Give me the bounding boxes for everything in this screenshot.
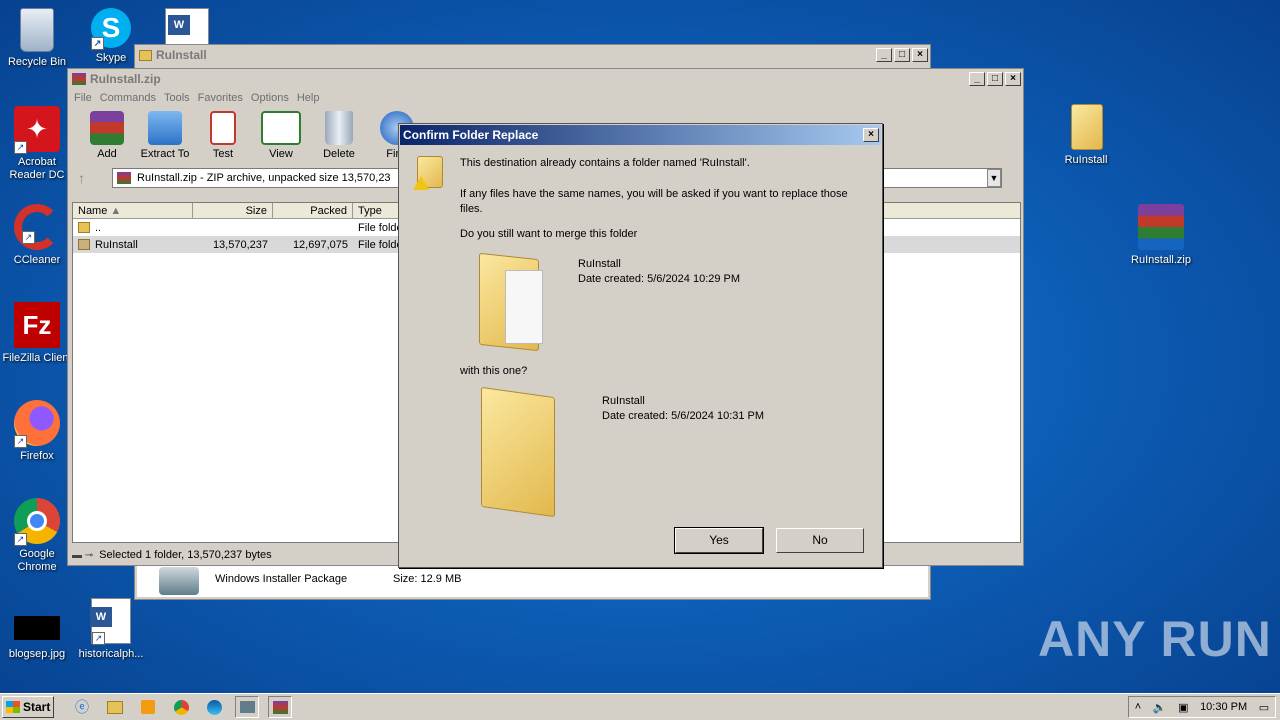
add-button[interactable]: Add — [78, 107, 136, 160]
taskbar: Start ⓔ ˄ 🔈 ▣ 10:30 PM ▭ — [0, 693, 1280, 720]
dialog-title: Confirm Folder Replace — [403, 128, 539, 142]
no-button[interactable]: No — [776, 528, 864, 553]
delete-button[interactable]: Delete — [310, 107, 368, 160]
trash-icon — [325, 111, 353, 145]
desktop-icon-chrome[interactable]: ↗ Google Chrome — [0, 498, 74, 574]
details-file-name: Windows Installer Package — [215, 573, 348, 585]
menu-bar: File Commands Tools Favorites Options He… — [68, 89, 1023, 107]
up-arrow-icon[interactable]: ↑ — [78, 170, 96, 186]
firefox-icon: ↗ — [14, 400, 60, 448]
file-explorer-icon[interactable] — [103, 696, 127, 718]
close-button[interactable]: × — [1005, 72, 1021, 86]
winrar-taskbar-icon[interactable] — [268, 696, 292, 718]
column-size[interactable]: Size — [193, 203, 273, 218]
desktop-icon-firefox[interactable]: ↗ Firefox — [0, 400, 74, 463]
chrome-icon[interactable] — [169, 696, 193, 718]
address-dropdown-button[interactable]: ▼ — [987, 169, 1001, 187]
drive-icon: ▬ ⊸ — [72, 549, 94, 561]
desktop-icon-recycle-bin[interactable]: Recycle Bin — [0, 8, 74, 69]
desktop-icon-acrobat[interactable]: ✦ ↗ Acrobat Reader DC — [0, 106, 74, 182]
internet-explorer-icon[interactable]: ⓔ — [70, 696, 94, 718]
with-this-one-label: with this one? — [460, 365, 528, 377]
minimize-button[interactable]: _ — [969, 72, 985, 86]
start-button[interactable]: Start — [2, 696, 54, 718]
archive-icon — [117, 172, 131, 184]
folder-icon — [78, 222, 90, 233]
maximize-button[interactable]: □ — [987, 72, 1003, 86]
folder-icon — [78, 239, 90, 250]
test-clipboard-icon — [210, 111, 236, 145]
column-packed[interactable]: Packed — [273, 203, 353, 218]
desktop-icon-ccleaner[interactable]: ↗ CCleaner — [0, 204, 74, 267]
folder-icon — [1063, 104, 1109, 150]
extract-to-button[interactable]: Extract To — [136, 107, 194, 160]
close-button[interactable]: × — [912, 48, 928, 62]
new-folder-date: Date created: 5/6/2024 10:31 PM — [602, 410, 765, 422]
details-file-size: Size: 12.9 MB — [393, 573, 462, 585]
window-title: RuInstall — [156, 48, 207, 62]
desktop-icon-blogsep[interactable]: blogsep.jpg — [0, 616, 74, 661]
winrar-archive-icon — [1138, 204, 1184, 250]
test-button[interactable]: Test — [194, 107, 252, 160]
dialog-message-2: If any files have the same names, you wi… — [460, 188, 848, 215]
show-desktop-icon[interactable]: ▭ — [1259, 701, 1269, 714]
desktop-icon-ruinstall-zip[interactable]: RuInstall.zip — [1124, 204, 1198, 267]
dialog-close-button[interactable]: × — [863, 128, 879, 142]
add-icon — [90, 111, 124, 145]
menu-commands[interactable]: Commands — [100, 92, 156, 104]
warning-folder-icon — [413, 156, 447, 192]
view-book-icon — [261, 111, 301, 145]
new-folder-icon — [481, 386, 581, 518]
existing-folder-date: Date created: 5/6/2024 10:29 PM — [578, 273, 741, 285]
word-document-icon[interactable]: W — [165, 8, 209, 48]
speaker-icon[interactable]: 🔈 — [1153, 701, 1167, 714]
windows-logo-icon — [6, 701, 20, 713]
recycle-bin-icon — [20, 8, 54, 52]
view-button[interactable]: View — [252, 107, 310, 160]
new-folder-name: RuInstall — [602, 395, 645, 407]
details-pane: Windows Installer Package Size: 12.9 MB — [137, 565, 928, 597]
word-document-icon: W ↗ — [90, 598, 131, 645]
menu-options[interactable]: Options — [251, 92, 289, 104]
clock[interactable]: 10:30 PM — [1200, 701, 1247, 713]
minimize-button[interactable]: _ — [876, 48, 892, 62]
image-file-icon — [14, 616, 60, 640]
desktop-icon-historicalph[interactable]: W ↗ historicalph... — [74, 598, 148, 661]
desktop-icon-ruinstall-folder[interactable]: RuInstall — [1049, 104, 1123, 167]
menu-tools[interactable]: Tools — [164, 92, 190, 104]
yes-button[interactable]: Yes — [674, 527, 764, 554]
existing-folder-icon — [479, 252, 549, 352]
desktop-icon-filezilla[interactable]: Fz FileZilla Client — [0, 302, 74, 365]
acrobat-icon: ✦ ↗ — [14, 106, 60, 154]
existing-folder-name: RuInstall — [578, 258, 621, 270]
window-title: RuInstall.zip — [90, 72, 161, 86]
extract-folder-icon — [148, 111, 182, 145]
skype-icon: S ↗ — [91, 8, 131, 50]
menu-file[interactable]: File — [74, 92, 92, 104]
dialog-message-1: This destination already contains a fold… — [460, 157, 750, 169]
installer-package-icon — [159, 567, 199, 595]
winrar-icon — [72, 73, 86, 85]
filezilla-icon: Fz — [14, 302, 60, 348]
network-icon[interactable]: ▣ — [1178, 701, 1188, 714]
confirm-folder-replace-dialog[interactable]: Confirm Folder Replace × This destinatio… — [398, 123, 883, 568]
installer-taskbar-icon[interactable] — [235, 696, 259, 718]
ccleaner-icon: ↗ — [14, 204, 60, 250]
dialog-message-3: Do you still want to merge this folder — [460, 228, 638, 240]
tray-expand-icon[interactable]: ˄ — [1135, 701, 1141, 713]
media-player-icon[interactable] — [136, 696, 160, 718]
menu-help[interactable]: Help — [297, 92, 320, 104]
maximize-button[interactable]: □ — [894, 48, 910, 62]
system-tray: ˄ 🔈 ▣ 10:30 PM ▭ — [1128, 696, 1276, 718]
anyrun-watermark: ANY RUN — [1038, 611, 1272, 667]
column-name[interactable]: Name ▲ — [73, 203, 193, 218]
edge-icon[interactable] — [202, 696, 226, 718]
chrome-icon: ↗ — [14, 498, 60, 546]
menu-favorites[interactable]: Favorites — [198, 92, 243, 104]
folder-icon — [139, 49, 152, 61]
